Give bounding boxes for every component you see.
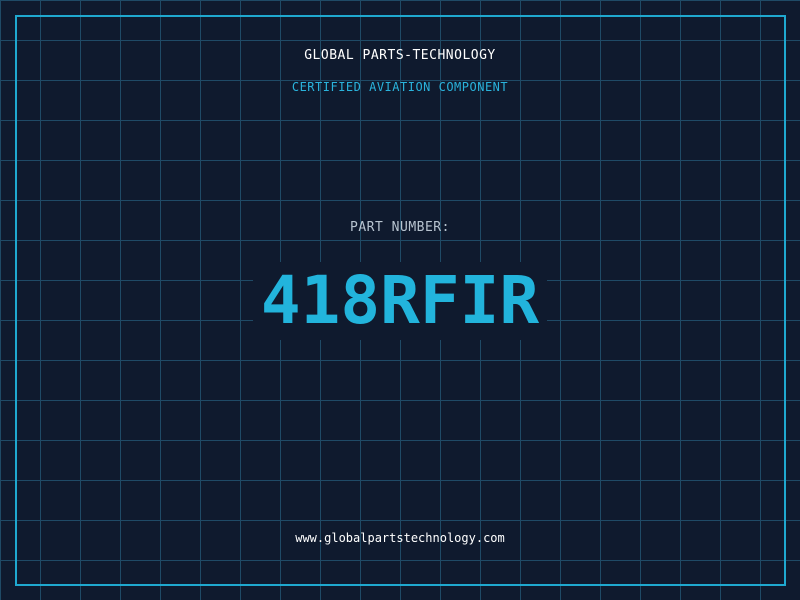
certification-tagline: CERTIFIED AVIATION COMPONENT bbox=[291, 80, 509, 94]
website-url: www.globalpartstechnology.com bbox=[295, 531, 505, 545]
part-number-value: 418RFIR bbox=[252, 262, 548, 340]
company-name: GLOBAL PARTS-TECHNOLOGY bbox=[304, 48, 496, 63]
part-number-container: 418RFIR bbox=[0, 262, 800, 340]
part-number-label: PART NUMBER: bbox=[350, 220, 450, 235]
